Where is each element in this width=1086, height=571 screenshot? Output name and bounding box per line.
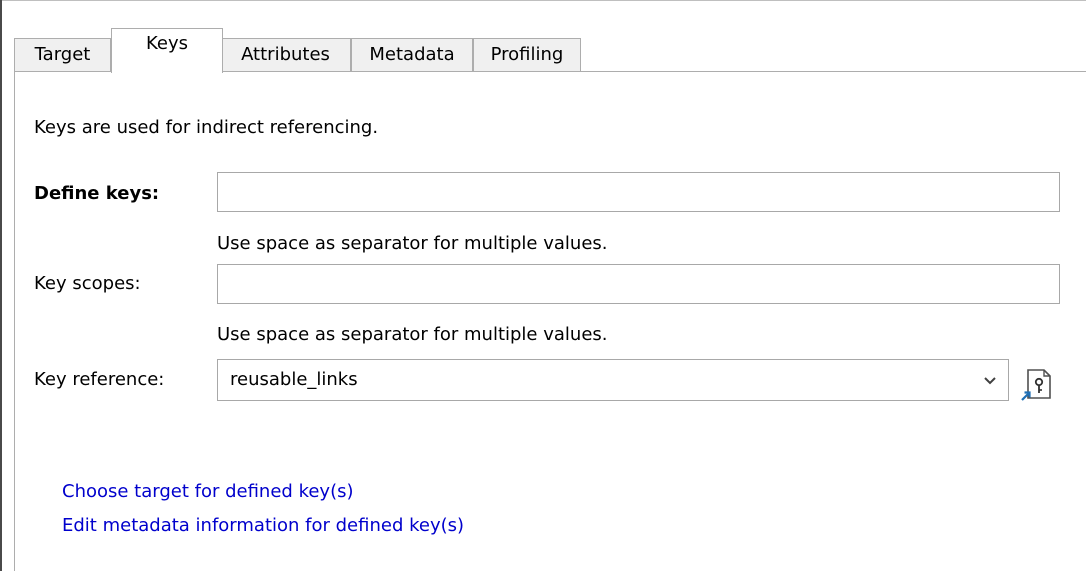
keys-properties-window: Target Keys Attributes Metadata Profilin… <box>0 0 1086 571</box>
key-reference-combobox[interactable]: reusable_links <box>217 359 1009 401</box>
key-scopes-input[interactable] <box>217 264 1060 304</box>
define-keys-input[interactable] <box>217 172 1060 212</box>
key-reference-label: Key reference: <box>34 369 165 390</box>
panel-description: Keys are used for indirect referencing. <box>34 117 379 138</box>
edit-metadata-link[interactable]: Edit metadata information for defined ke… <box>62 515 464 536</box>
tab-profiling[interactable]: Profiling <box>473 38 581 72</box>
key-scopes-label: Key scopes: <box>34 273 141 294</box>
tab-target[interactable]: Target <box>14 38 111 72</box>
define-keys-hint: Use space as separator for multiple valu… <box>217 233 608 254</box>
window-left-border <box>0 0 2 571</box>
tab-metadata[interactable]: Metadata <box>351 38 473 72</box>
key-scopes-hint: Use space as separator for multiple valu… <box>217 324 608 345</box>
tab-keys[interactable]: Keys <box>111 28 223 73</box>
key-reference-selected-value: reusable_links <box>230 369 358 390</box>
window-top-border <box>0 0 1086 1</box>
define-keys-label: Define keys: <box>34 183 160 204</box>
key-reference-icon[interactable] <box>1018 364 1056 404</box>
choose-target-link[interactable]: Choose target for defined key(s) <box>62 481 354 502</box>
tab-attributes[interactable]: Attributes <box>220 38 351 72</box>
chevron-down-icon[interactable] <box>982 374 998 388</box>
